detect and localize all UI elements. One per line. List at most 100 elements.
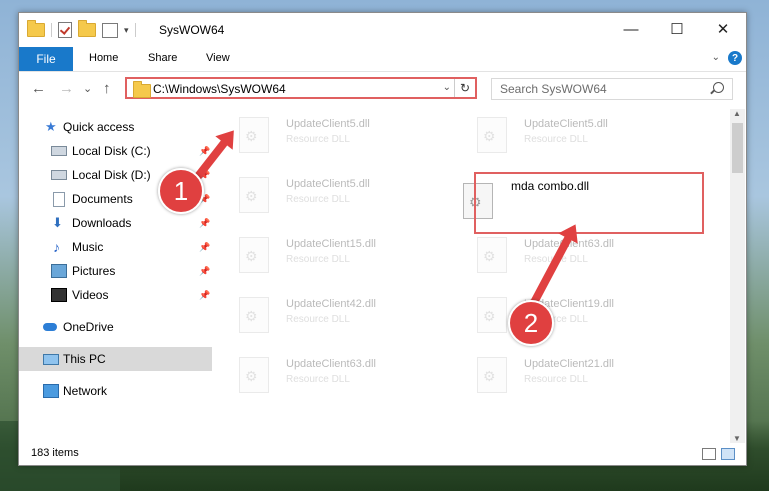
dll-file-icon — [477, 357, 507, 393]
ribbon-tabs: File Home Share View ⌄ ? — [19, 47, 746, 72]
details-view-icon[interactable] — [702, 448, 716, 460]
sidebar-item-local-disk-c[interactable]: Local Disk (C:) 📌 — [19, 139, 212, 163]
pin-icon[interactable]: 📌 — [199, 242, 210, 253]
file-tile[interactable]: UpdateClient21.dll Resource DLL — [457, 351, 687, 401]
address-bar[interactable]: C:\Windows\SysWOW64 ⌄ ↻ — [125, 77, 477, 99]
sidebar-item-label: Network — [63, 384, 108, 398]
chevron-down-icon[interactable]: ⌄ — [443, 82, 451, 93]
search-placeholder: Search SysWOW64 — [500, 82, 607, 96]
expand-ribbon-icon[interactable]: ⌄ — [712, 52, 720, 63]
file-name: UpdateClient5.dll — [286, 178, 370, 190]
sidebar-item-label: Local Disk (D:) — [72, 168, 151, 182]
file-type: Resource DLL — [286, 134, 350, 145]
file-type: Resource DLL — [286, 254, 350, 265]
sidebar-item-label: Quick access — [63, 120, 135, 134]
sidebar-item-network[interactable]: Network — [19, 379, 212, 403]
sidebar-item-label: Videos — [72, 288, 109, 302]
address-path[interactable]: C:\Windows\SysWOW64 — [153, 82, 286, 96]
sidebar-item-label: Local Disk (C:) — [72, 144, 151, 158]
maximize-button[interactable]: ☐ — [654, 13, 700, 45]
file-type: Resource DLL — [286, 374, 350, 385]
sidebar-item-label: Pictures — [72, 264, 116, 278]
properties-check-icon[interactable] — [58, 22, 72, 38]
sidebar-item-downloads[interactable]: ⬇ Downloads 📌 — [19, 211, 212, 235]
window-title: SysWOW64 — [159, 23, 225, 37]
dll-file-icon — [239, 117, 269, 153]
dll-file-icon — [477, 117, 507, 153]
dll-file-icon — [239, 357, 269, 393]
file-list: UpdateClient5.dll Resource DLL UpdateCli… — [219, 109, 726, 443]
search-icon — [713, 82, 724, 93]
sidebar-item-pictures[interactable]: Pictures 📌 — [19, 259, 212, 283]
folder-icon — [27, 20, 45, 37]
file-tile[interactable]: UpdateClient63.dll Resource DLL — [219, 351, 449, 401]
up-button[interactable]: ↑ — [103, 80, 111, 97]
dll-file-icon — [239, 177, 269, 213]
tab-file[interactable]: File — [19, 47, 73, 71]
navigation-pane: ★ Quick access Local Disk (C:) 📌 Local D… — [19, 113, 212, 443]
minimize-button[interactable]: — — [608, 13, 654, 45]
file-name: UpdateClient15.dll — [286, 238, 376, 250]
scroll-up-icon[interactable]: ▲ — [733, 109, 741, 118]
file-tile[interactable]: UpdateClient42.dll Resource DLL — [219, 291, 449, 341]
this-pc-icon — [43, 353, 59, 365]
vertical-scrollbar[interactable]: ▲ ▼ — [730, 109, 745, 443]
file-name: UpdateClient21.dll — [524, 358, 614, 370]
title-bar: ▾ SysWOW64 — ☐ ✕ — [19, 13, 746, 47]
sidebar-item-label: OneDrive — [63, 320, 114, 334]
close-button[interactable]: ✕ — [700, 13, 746, 45]
downloads-icon: ⬇ — [52, 215, 63, 230]
navigation-bar: ← → ⌄ ↑ C:\Windows\SysWOW64 ⌄ ↻ Search S… — [19, 73, 746, 105]
search-input[interactable]: Search SysWOW64 — [491, 78, 733, 100]
chevron-down-icon[interactable]: ▾ — [124, 25, 129, 36]
file-tile[interactable]: UpdateClient19.dll Resource DLL — [457, 291, 687, 341]
file-name: UpdateClient42.dll — [286, 298, 376, 310]
forward-button[interactable]: → — [59, 80, 74, 97]
tab-view[interactable]: View — [206, 52, 230, 64]
documents-icon — [53, 191, 65, 207]
videos-icon — [51, 288, 67, 302]
sidebar-item-label: Documents — [72, 192, 133, 206]
pin-icon[interactable]: 📌 — [199, 218, 210, 229]
music-icon: ♪ — [53, 239, 60, 255]
step-1-callout: 1 — [158, 168, 204, 214]
new-folder-icon[interactable] — [78, 20, 96, 37]
scrollbar-thumb[interactable] — [732, 123, 743, 173]
file-type: Resource DLL — [524, 134, 588, 145]
sidebar-item-music[interactable]: ♪ Music 📌 — [19, 235, 212, 259]
scroll-down-icon[interactable]: ▼ — [733, 434, 741, 443]
back-button[interactable]: ← — [31, 80, 46, 97]
sidebar-item-onedrive[interactable]: OneDrive — [19, 315, 212, 339]
highlight-box-file — [474, 172, 704, 234]
pictures-icon — [51, 264, 67, 278]
file-tile[interactable]: UpdateClient15.dll Resource DLL — [219, 231, 449, 281]
large-icons-view-icon[interactable] — [721, 448, 735, 460]
tab-home[interactable]: Home — [89, 52, 118, 64]
pin-icon[interactable]: 📌 — [199, 266, 210, 277]
sidebar-item-this-pc[interactable]: This PC — [19, 347, 212, 371]
file-name: UpdateClient63.dll — [286, 358, 376, 370]
file-tile[interactable]: UpdateClient5.dll Resource DLL — [219, 111, 449, 161]
network-icon — [43, 384, 59, 398]
divider — [134, 23, 136, 37]
file-type: Resource DLL — [524, 374, 588, 385]
sidebar-item-videos[interactable]: Videos 📌 — [19, 283, 212, 307]
file-tile[interactable]: UpdateClient5.dll Resource DLL — [457, 111, 687, 161]
refresh-button[interactable]: ↻ — [454, 79, 475, 97]
help-icon[interactable]: ? — [728, 51, 742, 65]
file-tile[interactable]: UpdateClient5.dll Resource DLL — [219, 171, 449, 221]
pin-icon[interactable]: 📌 — [199, 290, 210, 301]
file-explorer-window: ▾ SysWOW64 — ☐ ✕ File Home Share View ⌄ … — [18, 12, 747, 466]
status-bar: 183 items — [19, 443, 746, 465]
customize-toolbar-icon[interactable] — [102, 22, 118, 38]
sidebar-item-quick-access[interactable]: ★ Quick access — [19, 115, 212, 139]
dll-file-icon — [477, 237, 507, 273]
drive-icon — [51, 170, 67, 180]
folder-icon — [133, 81, 151, 98]
dll-file-icon — [239, 297, 269, 333]
recent-locations-button[interactable]: ⌄ — [83, 82, 92, 95]
file-type: Resource DLL — [286, 314, 350, 325]
tab-share[interactable]: Share — [148, 52, 177, 64]
file-name: UpdateClient5.dll — [286, 118, 370, 130]
star-icon: ★ — [45, 119, 57, 134]
